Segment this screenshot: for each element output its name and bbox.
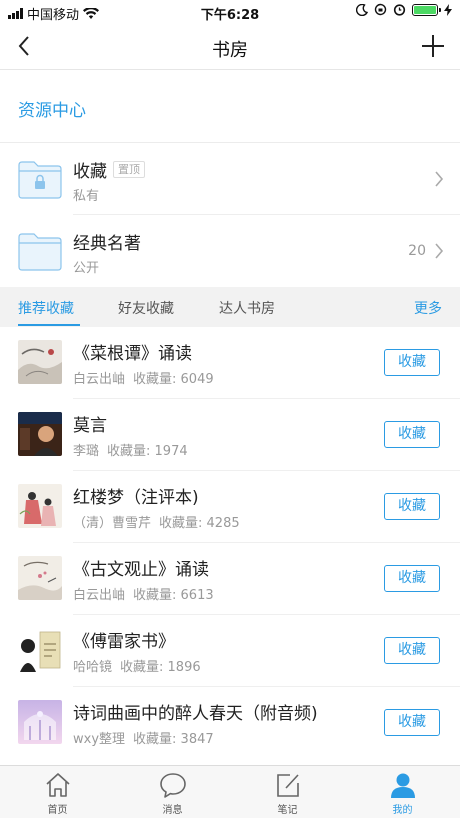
book-title: 诗词曲画中的醉人春天（附音频) — [73, 704, 318, 724]
book-cover-image — [18, 340, 62, 384]
collect-button[interactable]: 收藏 — [384, 709, 440, 736]
status-right — [356, 3, 452, 16]
plus-icon[interactable] — [420, 33, 446, 59]
book-author: 哈哈镜 — [73, 660, 113, 675]
orientation-lock-icon — [374, 3, 387, 16]
tabbar-item-mine[interactable]: 我的 — [345, 766, 460, 818]
battery-fill — [414, 5, 436, 14]
user-icon — [391, 773, 415, 798]
book-meta: （清）曹雪芹 收藏量: 4285 — [73, 512, 240, 531]
book-title: 莫言 — [73, 416, 107, 436]
resource-center-link[interactable]: 资源中心 — [18, 96, 86, 121]
list-item[interactable]: 《菜根谭》诵读 白云出岫 收藏量: 6049 收藏 — [0, 327, 460, 399]
book-author: wxy整理 — [73, 732, 126, 747]
tabbar-item-messages[interactable]: 消息 — [115, 766, 230, 818]
folder-name: 收藏 置顶 — [73, 157, 145, 182]
battery-icon — [412, 3, 441, 16]
home-icon — [46, 773, 70, 797]
tabbar-item-home[interactable]: 首页 — [0, 766, 115, 818]
folder-title: 经典名著 — [73, 234, 141, 254]
book-meta: 哈哈镜 收藏量: 1896 — [73, 656, 201, 675]
book-collect-count: 收藏量: 1974 — [107, 444, 188, 459]
book-collect-count: 收藏量: 3847 — [133, 732, 214, 747]
status-bar: 中国移动 下午6:28 — [0, 0, 460, 24]
tabbar-label: 消息 — [162, 805, 183, 816]
bottom-tab-bar: 首页 消息 笔记 我的 — [0, 765, 460, 818]
book-meta: 白云出岫 收藏量: 6613 — [73, 584, 214, 603]
list-item[interactable]: 莫言 李璐 收藏量: 1974 收藏 — [0, 399, 460, 471]
locked-folder-icon — [18, 161, 62, 199]
book-meta: 白云出岫 收藏量: 6049 — [73, 368, 214, 387]
book-title: 红楼梦（注评本) — [73, 488, 199, 508]
folder-count: 20 — [408, 243, 426, 259]
alarm-icon — [393, 4, 406, 16]
book-collect-count: 收藏量: 4285 — [159, 516, 240, 531]
book-title: 《傅雷家书》 — [73, 632, 175, 652]
note-icon — [277, 774, 299, 797]
book-author: 李璐 — [73, 444, 100, 459]
chevron-right-icon — [435, 243, 444, 259]
book-author: （清）曹雪芹 — [73, 516, 152, 531]
book-meta: wxy整理 收藏量: 3847 — [73, 728, 214, 747]
book-title: 《菜根谭》诵读 — [73, 344, 192, 364]
page-title: 书房 — [212, 40, 248, 61]
book-author: 白云出岫 — [73, 372, 126, 387]
pinned-badge: 置顶 — [113, 161, 145, 178]
folder-name: 经典名著 — [73, 229, 141, 254]
moon-icon — [356, 3, 368, 16]
collect-button[interactable]: 收藏 — [384, 349, 440, 376]
book-cover-image — [18, 484, 62, 528]
tabbar-item-notes[interactable]: 笔记 — [230, 766, 345, 818]
folder-row-classics[interactable]: 经典名著 公开 20 — [0, 215, 460, 287]
folder-icon — [18, 233, 62, 271]
folder-visibility: 私有 — [73, 189, 100, 204]
tabbar-label: 首页 — [47, 805, 68, 816]
tab-friends[interactable]: 好友收藏 — [118, 298, 174, 318]
collect-button[interactable]: 收藏 — [384, 493, 440, 520]
collect-button[interactable]: 收藏 — [384, 565, 440, 592]
book-meta: 李璐 收藏量: 1974 — [73, 440, 188, 459]
charging-icon — [444, 3, 452, 16]
book-collect-count: 收藏量: 6613 — [133, 588, 214, 603]
folder-row-favorites[interactable]: 收藏 置顶 私有 — [0, 143, 460, 215]
collection-tabs: 推荐收藏 好友收藏 达人书房 更多 — [0, 287, 460, 327]
folder-visibility: 公开 — [73, 261, 100, 276]
more-link[interactable]: 更多 — [414, 298, 442, 318]
book-cover-image — [18, 700, 62, 744]
collect-button[interactable]: 收藏 — [384, 421, 440, 448]
book-collect-count: 收藏量: 1896 — [120, 660, 201, 675]
collect-button[interactable]: 收藏 — [384, 637, 440, 664]
list-item[interactable]: 《傅雷家书》 哈哈镜 收藏量: 1896 收藏 — [0, 615, 460, 687]
book-title: 《古文观止》诵读 — [73, 560, 209, 580]
nav-bar: 书房 — [0, 24, 460, 70]
book-collect-count: 收藏量: 6049 — [133, 372, 214, 387]
book-cover-image — [18, 412, 62, 456]
tabbar-label: 我的 — [392, 805, 413, 816]
list-item[interactable]: 红楼梦（注评本) （清）曹雪芹 收藏量: 4285 收藏 — [0, 471, 460, 543]
list-item[interactable]: 诗词曲画中的醉人春天（附音频) wxy整理 收藏量: 3847 收藏 — [0, 687, 460, 759]
book-cover-image — [18, 628, 62, 672]
tab-experts[interactable]: 达人书房 — [219, 298, 275, 318]
tab-recommended[interactable]: 推荐收藏 — [18, 298, 74, 318]
message-icon — [160, 773, 186, 798]
active-tab-indicator — [18, 324, 80, 326]
list-item[interactable]: 《古文观止》诵读 白云出岫 收藏量: 6613 收藏 — [0, 543, 460, 615]
chevron-right-icon — [435, 171, 444, 187]
folder-title: 收藏 — [73, 162, 107, 182]
book-author: 白云出岫 — [73, 588, 126, 603]
book-cover-image — [18, 556, 62, 600]
tabbar-label: 笔记 — [277, 805, 298, 816]
